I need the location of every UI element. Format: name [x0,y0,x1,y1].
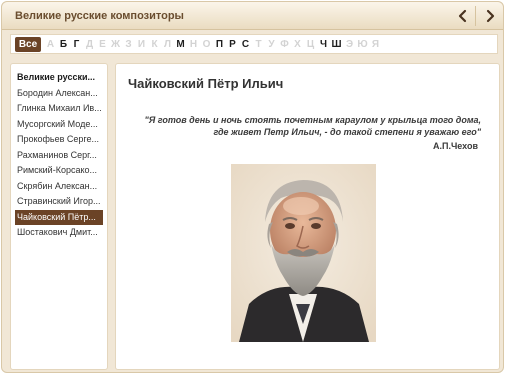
alphabet-letter: Э [345,39,354,50]
alphabet-all-button[interactable]: Все [15,37,41,52]
alphabet-letter[interactable]: С [239,38,252,52]
alphabet-letter[interactable]: М [174,38,187,52]
composer-list-item[interactable]: Скрябин Алексан... [15,179,103,194]
alphabet-letter[interactable]: Г [70,38,83,52]
alphabet-letter: Т [255,39,262,50]
composer-list: Великие русски... Бородин Алексан... Глинк… [10,63,108,370]
alphabet-letter: У [268,39,275,50]
alphabet-letter: О [202,39,211,50]
quote-line-1: "Я готов день и ночь стоять почетным кар… [144,115,481,125]
quote-line-2: где живет Петр Ильич, - до такой степени… [213,127,481,137]
composer-quote: "Я готов день и ночь стоять почетным кар… [116,114,481,138]
alphabet-letter: Ф [280,39,289,50]
window-title: Великие русские композиторы [15,10,184,22]
composer-list-item[interactable]: Бородин Алексан... [15,86,103,101]
composer-list-item[interactable]: Стравинский Игор... [15,194,103,209]
app-window: Великие русские композиторы Все АБГДЕЖЗИ… [1,1,504,373]
alphabet-letter[interactable]: Б [57,38,70,52]
alphabet-letter: Х [294,39,301,50]
alphabet-letter: З [125,39,132,50]
chevron-left-icon [458,9,467,23]
next-button[interactable] [480,6,500,26]
composer-detail-panel: Чайковский Пётр Ильич "Я готов день и но… [115,63,500,370]
chevron-right-icon [486,9,495,23]
composer-list-item[interactable]: Прокофьев Серге... [15,132,103,147]
alphabet-letter: Я [371,39,380,50]
alphabet-letter: А [46,39,55,50]
alphabet-letter: Л [163,39,172,50]
alphabet-letters: АБГДЕЖЗИКЛМНОПРСТУФХЦЧШЭЮЯ [44,38,382,52]
composer-list-item[interactable]: Глинка Михаил Ив... [15,101,103,116]
alphabet-letter: Н [189,39,198,50]
alphabet-letter: Ю [357,39,368,50]
composer-list-item[interactable]: Рахманинов Серг... [15,148,103,163]
title-bar: Великие русские композиторы [2,2,503,30]
alphabet-letter: Ц [306,39,315,50]
composer-list-header[interactable]: Великие русски... [15,70,103,85]
composer-name: Чайковский Пётр Ильич [128,76,284,91]
composer-list-item[interactable]: Римский-Корсако... [15,163,103,178]
composer-list-item[interactable]: Чайковский Пётр... [15,209,103,225]
alphabet-letter: К [151,39,158,50]
alphabet-filter-bar: Все АБГДЕЖЗИКЛМНОПРСТУФХЦЧШЭЮЯ [10,34,498,54]
alphabet-letter[interactable]: П [213,38,226,52]
composer-list-item[interactable]: Шостакович Дмит... [15,225,103,240]
quote-author: А.П.Чехов [433,141,478,151]
alphabet-letter[interactable]: Р [226,38,239,52]
alphabet-letter: И [137,39,146,50]
alphabet-letter: Д [85,39,94,50]
prev-button[interactable] [453,6,473,26]
alphabet-letter: Е [99,39,106,50]
nav-divider [475,6,476,26]
alphabet-letter: Ж [110,39,121,50]
composer-portrait [231,164,376,342]
alphabet-letter[interactable]: Ш [330,38,343,52]
composer-list-item[interactable]: Мусоргский Моде... [15,117,103,132]
alphabet-letter[interactable]: Ч [317,38,330,52]
